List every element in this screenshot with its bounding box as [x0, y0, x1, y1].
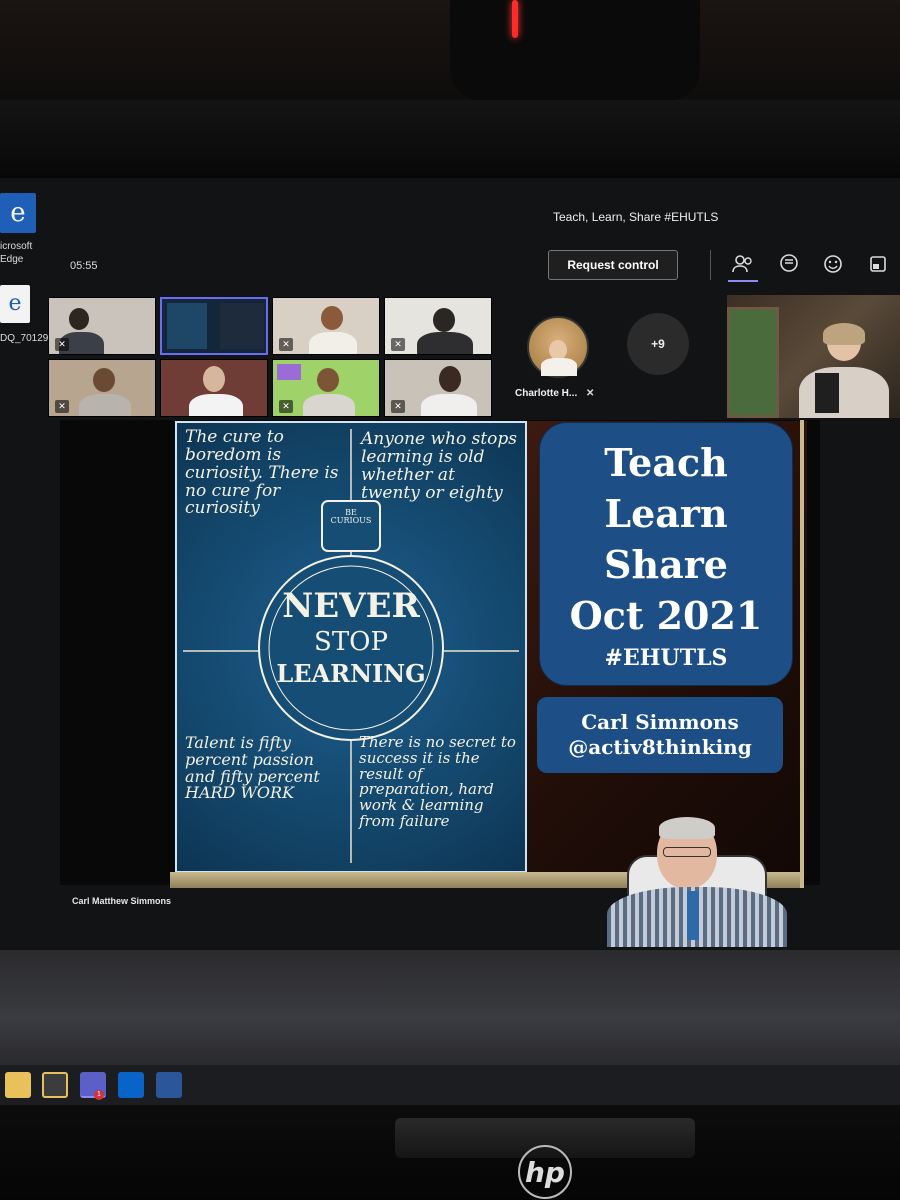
participant-tile[interactable]: ✕ [272, 359, 380, 417]
store-icon[interactable] [42, 1072, 68, 1098]
mic-muted-icon: ✕ [279, 400, 293, 413]
presenter-label: Carl Matthew Simmons [72, 896, 172, 906]
presenter-video[interactable] [607, 815, 787, 947]
poster-center-stop: STOP [314, 627, 388, 657]
reactions-icon[interactable] [821, 252, 845, 276]
slide-presenter-handle: @activ8thinking [568, 735, 752, 759]
participant-tile[interactable] [160, 359, 268, 417]
slide-presenter-card: Carl Simmons @activ8thinking [537, 697, 783, 773]
file-explorer-icon[interactable] [5, 1072, 31, 1098]
more-participants-button[interactable]: +9 [627, 313, 689, 375]
slide-title-line: Learn [604, 491, 728, 536]
mic-muted-icon: ✕ [55, 400, 69, 413]
active-tab-indicator [728, 280, 758, 282]
participant-tile[interactable]: ✕ [384, 297, 492, 355]
hp-logo: hp [518, 1145, 572, 1199]
poster-badge: BE CURIOUS [330, 508, 372, 526]
participant-tile-shared[interactable] [160, 297, 268, 355]
monitor-bezel-top [0, 100, 900, 180]
participant-tile[interactable]: ✕ [384, 359, 492, 417]
poster-quote-top-right: Anyone who stops learning is old whether… [361, 429, 518, 503]
poster-quote-bottom-left: Talent is fifty percent passion and fift… [185, 733, 320, 803]
slide-title-card: Teach Learn Share Oct 2021 #EHUTLS [539, 422, 793, 686]
teams-notification-badge: 1 [94, 1090, 104, 1100]
meeting-title: Teach, Learn, Share #EHUTLS [553, 210, 719, 224]
hp-logo-text: hp [525, 1155, 565, 1189]
participant-tile[interactable]: ✕ [272, 297, 380, 355]
view-icon[interactable] [866, 252, 890, 276]
participant-tile[interactable]: ✕ [48, 359, 156, 417]
outlook-icon[interactable] [118, 1072, 144, 1098]
participant-name: Charlotte H... ✕ [515, 388, 594, 399]
participant-avatar[interactable] [527, 316, 589, 378]
desktop-icon-label-edge: icrosoft Edge [0, 241, 33, 265]
word-icon[interactable] [156, 1072, 182, 1098]
slide-title-line: Share [604, 542, 728, 587]
participant-name-text: Charlotte H... [515, 388, 578, 399]
slide-title-line: Oct 2021 [569, 593, 763, 638]
participants-icon[interactable] [731, 252, 755, 276]
slide-hashtag: #EHUTLS [604, 645, 728, 671]
participant-tile-large[interactable] [727, 295, 900, 418]
poster-center-learning: LEARNING [276, 659, 426, 688]
mic-muted-icon: ✕ [391, 338, 405, 351]
mic-muted-icon: ✕ [391, 400, 405, 413]
poster-quote-top-left: The cure to boredom is curiosity. There … [185, 427, 339, 519]
mic-muted-icon: ✕ [55, 338, 69, 351]
slide-presenter-name: Carl Simmons [581, 710, 739, 734]
request-control-button[interactable]: Request control [548, 250, 678, 280]
slide-frame-edge [800, 420, 804, 888]
monitor-lower-reflection [0, 950, 900, 1065]
mic-muted-icon: ✕ [586, 388, 595, 399]
poster-center-never: NEVER [282, 586, 420, 626]
webcam-led [512, 0, 518, 38]
webcam-housing [450, 0, 700, 100]
toolbar-divider [710, 250, 711, 280]
slide-poster: The cure to boredom is curiosity. There … [175, 421, 527, 873]
photo-stage: e icrosoft Edge e DQ_70129 Teach, Learn,… [0, 0, 900, 1200]
participant-tile[interactable]: ✕ [48, 297, 156, 355]
desktop-icon-label-file: DQ_70129 [0, 333, 49, 344]
chat-icon[interactable] [777, 252, 801, 276]
poster-quote-bottom-right: There is no secret to success it is the … [359, 733, 516, 830]
slide-title-line: Teach [604, 440, 728, 485]
edge-file-icon[interactable]: e [0, 285, 30, 323]
meeting-timer: 05:55 [70, 260, 98, 272]
mic-muted-icon: ✕ [279, 338, 293, 351]
edge-icon[interactable]: e [0, 193, 36, 233]
